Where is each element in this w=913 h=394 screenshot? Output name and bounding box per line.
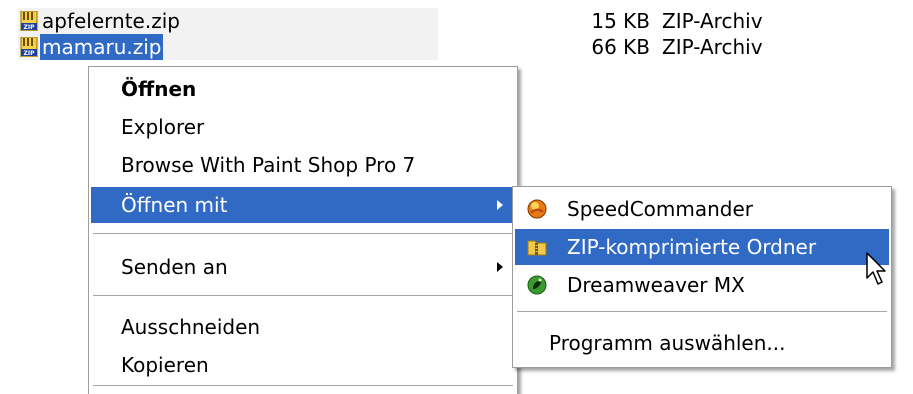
zip-file-icon: ZIP [20,11,38,31]
menu-separator [93,385,513,386]
menu-item-open[interactable]: Öffnen [91,71,515,107]
submenu-item-label: SpeedCommander [567,197,754,221]
dreamweaver-icon [527,275,547,295]
file-size: 15 KB [591,9,650,33]
menu-separator [93,233,513,234]
submenu-item-label: Dreamweaver MX [567,273,745,297]
submenu-item-zip-folder[interactable]: ZIP-komprimierte Ordner [515,229,889,265]
menu-item-label: Senden an [121,255,228,279]
file-type: ZIP-Archiv [662,35,763,59]
submenu-item-speedcommander[interactable]: SpeedCommander [515,191,889,227]
file-row-mamaru[interactable]: ZIP mamaru.zip [18,34,438,60]
menu-item-send-to[interactable]: Senden an [91,249,515,285]
file-name[interactable]: mamaru.zip [40,34,164,60]
speedcommander-icon [527,199,547,219]
file-name[interactable]: apfelernte.zip [40,8,182,34]
menu-item-explorer[interactable]: Explorer [91,109,515,145]
zip-file-icon: ZIP [20,37,38,57]
open-with-submenu: SpeedCommander ZIP-komprimierte Ordner D… [512,186,892,368]
submenu-arrow-icon [497,200,503,210]
file-row-apfelernte[interactable]: ZIP apfelernte.zip [18,8,438,34]
menu-item-label: Öffnen mit [121,193,228,217]
submenu-arrow-icon [497,262,503,272]
menu-separator [517,311,887,312]
file-type: ZIP-Archiv [662,9,763,33]
menu-separator [93,295,513,296]
menu-item-open-with[interactable]: Öffnen mit [91,187,515,223]
menu-item-cut[interactable]: Ausschneiden [91,309,515,345]
context-menu: Öffnen Explorer Browse With Paint Shop P… [88,66,518,394]
zip-folder-icon [527,240,547,256]
menu-item-paint-shop-pro[interactable]: Browse With Paint Shop Pro 7 [91,147,515,183]
svg-text:ZIP: ZIP [24,24,36,31]
submenu-item-choose-program[interactable]: Programm auswählen... [515,325,889,361]
file-size: 66 KB [591,35,650,59]
submenu-item-dreamweaver[interactable]: Dreamweaver MX [515,267,889,303]
menu-item-copy[interactable]: Kopieren [91,347,515,383]
mouse-pointer-icon [866,252,886,285]
svg-text:ZIP: ZIP [24,50,36,57]
submenu-item-label: ZIP-komprimierte Ordner [567,235,817,259]
